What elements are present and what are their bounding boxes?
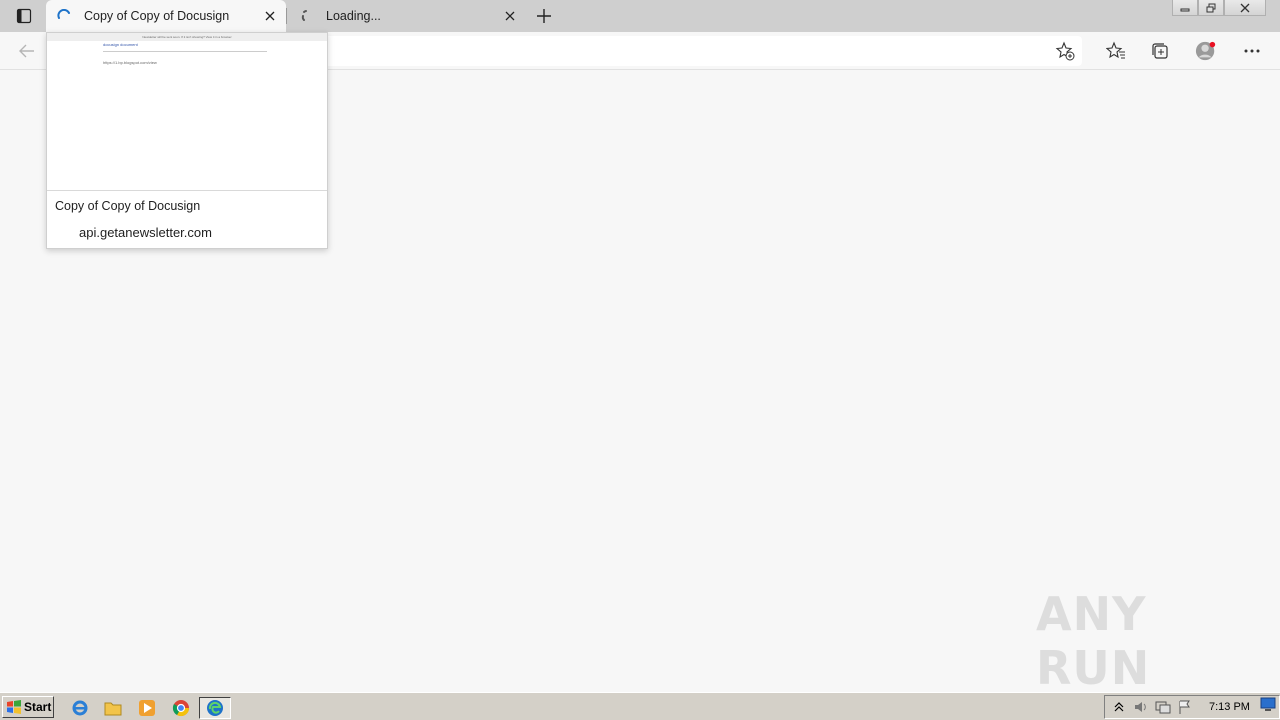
tab-strip: Copy of Copy of Docusign Loading... [0,0,1280,32]
plus-icon [537,9,551,23]
favorites-icon [1106,41,1125,59]
star-add-icon [1055,41,1075,61]
volume-icon[interactable] [1133,699,1149,715]
loading-spinner-icon [298,8,314,24]
tab-actions-icon [16,8,32,24]
tab-close-icon[interactable] [502,8,518,24]
folder-icon [104,702,122,716]
thumbnail-image-placeholder: https://1.bp.blogspot.com/view [103,60,157,65]
restore-button[interactable] [1198,0,1224,16]
thumbnail-banner: Newsletter will be sent soon. If it isn'… [47,33,327,41]
favorites-button[interactable] [1105,40,1127,62]
tab-hover-preview: Newsletter will be sent soon. If it isn'… [46,32,328,249]
watermark-text: ANY RUN [1036,587,1151,695]
action-center-flag-icon[interactable] [1177,699,1193,715]
back-arrow-icon [19,44,34,58]
thumbnail-image-placeholder: docusign document [103,42,138,47]
thumbnail-divider [103,51,267,52]
tab-close-icon[interactable] [262,8,278,24]
taskbar-clock[interactable]: 7:13 PM [1209,701,1250,713]
minimize-button[interactable] [1172,0,1198,16]
internet-explorer-icon [72,700,88,716]
more-icon [1244,49,1260,53]
new-tab-button[interactable] [534,6,554,26]
avatar-icon [1195,41,1216,61]
show-desktop-icon[interactable] [1260,696,1276,712]
show-hidden-icons-button[interactable] [1111,699,1127,715]
taskbar: Start 7:13 PM [0,692,1280,720]
taskbar-edge[interactable] [199,697,231,719]
preview-title: Copy of Copy of Docusign [55,199,201,213]
edge-icon [207,700,223,716]
tab-docusign[interactable]: Copy of Copy of Docusign [46,0,286,32]
address-bar[interactable] [320,36,1082,66]
anyrun-watermark: ANY RUN [1036,587,1236,695]
taskbar-media-player[interactable] [136,697,158,719]
tab-loading[interactable]: Loading... [288,0,526,32]
tab-title: Loading... [326,9,381,23]
system-tray: 7:13 PM [1104,695,1280,719]
start-label: Start [24,700,52,714]
collections-button[interactable] [1149,40,1171,62]
page-thumbnail: Newsletter will be sent soon. If it isn'… [47,33,327,191]
loading-spinner-icon [56,8,72,24]
back-button[interactable] [16,40,38,62]
chrome-icon [172,700,190,717]
window-close-button[interactable] [1224,0,1266,16]
tab-divider [286,8,287,24]
media-player-icon [139,700,155,716]
taskbar-ie[interactable] [69,697,91,719]
collections-icon [1152,43,1168,59]
preview-url: api.getanewsletter.com [79,225,212,240]
windows-logo-icon [6,699,22,715]
start-button[interactable]: Start [2,696,54,718]
tab-actions-button[interactable] [8,6,40,26]
add-favorite-button[interactable] [1054,40,1076,62]
tab-title: Copy of Copy of Docusign [84,9,230,23]
network-icon[interactable] [1155,699,1171,715]
settings-more-button[interactable] [1241,40,1263,62]
profile-button[interactable] [1195,40,1217,62]
taskbar-chrome[interactable] [170,697,192,719]
window-controls [1172,0,1266,16]
taskbar-explorer[interactable] [102,697,124,719]
